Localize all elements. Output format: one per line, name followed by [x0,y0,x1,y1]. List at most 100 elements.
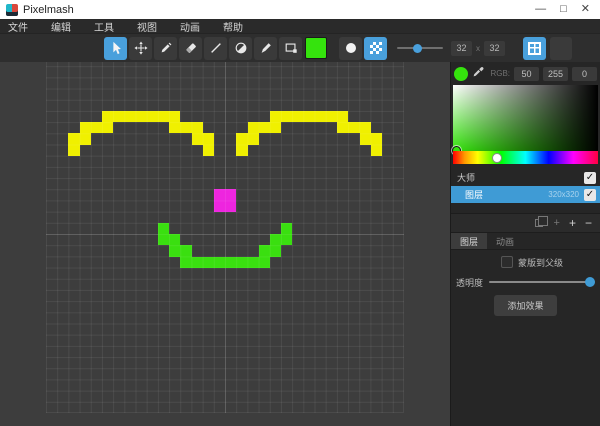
pixel-run[interactable] [180,257,270,268]
canvas-workspace [0,62,450,426]
pixel-run[interactable] [158,223,169,234]
tool-line-button[interactable] [204,37,227,60]
hue-slider[interactable] [453,151,598,164]
layer-row-master[interactable]: 大师 ✓ [451,169,600,186]
add-effect-button[interactable]: 添加效果 [494,295,556,316]
mask-to-parent-checkbox[interactable] [501,256,513,268]
app-window: Pixelmash — □ ✕ 文件 编辑 工具 视图 动画 帮助 [0,0,600,426]
brush-shape-circle-button[interactable] [339,37,362,60]
layer-name: 图层 [451,188,483,201]
pixel-run[interactable] [248,122,282,133]
opacity-label: 透明度 [456,276,483,289]
eyedropper-icon[interactable] [472,65,485,83]
hue-selector[interactable] [492,153,502,163]
current-color-indicator[interactable] [454,67,468,81]
slider-knob[interactable] [413,44,422,53]
brush-size-slider[interactable] [397,37,443,60]
layer-actions-row: + + − [451,213,600,233]
pixel-run[interactable] [169,122,203,133]
menu-file[interactable]: 文件 [8,19,28,34]
move-icon [134,41,148,55]
tab-layer[interactable]: 图层 [451,233,487,249]
close-button[interactable]: ✕ [581,0,590,19]
saturation-brightness-picker[interactable] [453,85,598,151]
canvas-center-guide-horizontal [46,234,404,235]
blue-value-field[interactable]: 0 [572,67,597,81]
green-value-field[interactable]: 255 [543,67,568,81]
opacity-slider[interactable] [489,274,595,290]
pixel-run[interactable] [214,189,236,200]
line-icon [209,41,223,55]
pixel-run[interactable] [270,234,292,245]
tool-eraser-button[interactable] [179,37,202,60]
layer-row-layer[interactable]: 图层 320x320 ✓ [451,186,600,203]
pixel-run[interactable] [270,111,348,122]
pixel-canvas[interactable] [46,62,404,413]
menu-bar: 文件 编辑 工具 视图 动画 帮助 [0,19,600,34]
opacity-row: 透明度 [451,274,600,290]
pixel-run[interactable] [80,122,114,133]
pixel-run[interactable] [259,245,281,256]
pixel-run[interactable] [203,145,214,156]
current-color-swatch[interactable] [305,37,327,59]
pixel-run[interactable] [214,201,236,212]
canvas-width-field[interactable]: 32 [451,41,472,56]
maximize-button[interactable]: □ [560,0,567,19]
grid-toggle-button[interactable] [523,37,546,60]
pixel-run[interactable] [360,133,382,144]
circle-brush-icon [346,43,356,53]
size-separator: x [476,44,480,53]
tool-rectangle-button[interactable] [279,37,302,60]
pixel-run[interactable] [192,133,214,144]
duplicate-layer-icon[interactable] [535,219,543,227]
remove-layer-button[interactable]: − [585,217,592,229]
pixel-run[interactable] [281,223,292,234]
menu-view[interactable]: 视图 [137,19,157,34]
pixel-run[interactable] [68,145,79,156]
pixel-run[interactable] [158,234,180,245]
dither-circle-icon [234,41,248,55]
title-bar: Pixelmash — □ ✕ [0,0,600,19]
layer-visibility-checkbox[interactable]: ✓ [584,172,596,184]
tool-pencil-button[interactable] [154,37,177,60]
menu-animation[interactable]: 动画 [180,19,200,34]
tab-animation[interactable]: 动画 [487,233,523,249]
canvas-center-guide-vertical [225,62,226,413]
opacity-slider-knob[interactable] [585,277,595,287]
menu-tools[interactable]: 工具 [94,19,114,34]
canvas-height-field[interactable]: 32 [484,41,505,56]
red-value-field[interactable]: 50 [514,67,539,81]
pixel-run[interactable] [102,111,180,122]
pencil-icon [159,41,173,55]
pixel-run[interactable] [236,145,247,156]
minimize-button[interactable]: — [535,0,546,19]
window-title: Pixelmash [23,4,535,16]
grid-icon [528,42,541,55]
pixel-run[interactable] [337,122,371,133]
pixel-run[interactable] [169,245,191,256]
rgb-label: RGB: [490,69,510,78]
add-layer-button[interactable]: + [569,217,576,229]
tool-bar: 32 x 32 [0,34,600,62]
opacity-slider-track [489,281,595,283]
mask-to-parent-label: 蒙版到父级 [518,256,563,269]
pen-icon [259,41,273,55]
layer-visibility-checkbox[interactable]: ✓ [584,189,596,201]
tool-pointer-button[interactable] [104,37,127,60]
menu-help[interactable]: 帮助 [223,19,243,34]
layer-name: 大师 [451,171,475,184]
checkmark-icon: ✓ [586,172,594,183]
pixel-run[interactable] [68,133,90,144]
secondary-toggle-button[interactable] [550,37,572,60]
rectangle-icon [284,41,298,55]
tool-move-button[interactable] [129,37,152,60]
pixel-run[interactable] [371,145,382,156]
tool-dither-circle-button[interactable] [229,37,252,60]
right-panel: RGB: 50 255 0 大师 ✓ 图层 320x320 ✓ [450,62,600,426]
merge-layer-icon[interactable]: + [554,217,560,229]
menu-edit[interactable]: 编辑 [51,19,71,34]
tool-pen-button[interactable] [254,37,277,60]
dither-toggle-button[interactable] [364,37,387,60]
eraser-icon [184,41,198,55]
pixel-run[interactable] [236,133,258,144]
